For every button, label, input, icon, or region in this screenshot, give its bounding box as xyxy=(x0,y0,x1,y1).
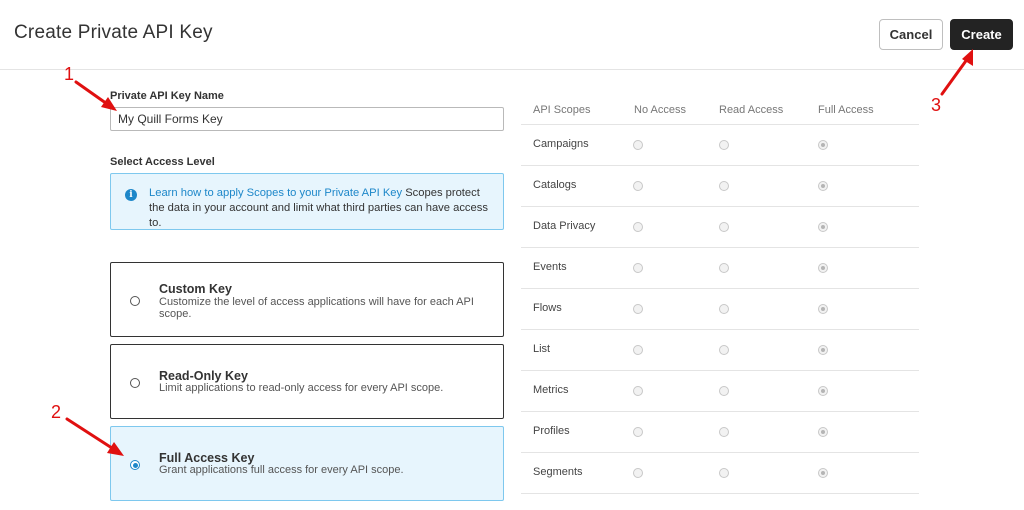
scope-row: Data Privacy xyxy=(521,207,919,248)
full-access-radio[interactable] xyxy=(818,263,828,273)
create-button[interactable]: Create xyxy=(950,19,1013,50)
scope-name: Catalogs xyxy=(533,179,577,191)
full-access-radio[interactable] xyxy=(818,427,828,437)
scope-row: Metrics xyxy=(521,371,919,412)
scope-name: Data Privacy xyxy=(533,220,596,232)
scope-name: Metrics xyxy=(533,384,569,396)
full-access-radio[interactable] xyxy=(818,222,828,232)
read-access-radio[interactable] xyxy=(719,468,729,478)
column-header-no-access: No Access xyxy=(634,104,686,116)
scopes-info-box: i Learn how to apply Scopes to your Priv… xyxy=(110,173,504,230)
full-access-radio[interactable] xyxy=(818,181,828,191)
create-private-api-key-page: Create Private API Key Cancel Create Pri… xyxy=(0,0,1024,510)
api-scopes-table: API Scopes No Access Read Access Full Ac… xyxy=(521,96,919,494)
option-title: Full Access Key xyxy=(159,451,255,465)
full-access-key-option[interactable]: Full Access Key Grant applications full … xyxy=(110,426,504,501)
no-access-radio[interactable] xyxy=(633,181,643,191)
annotation-number-1: 1 xyxy=(64,64,75,84)
key-name-label: Private API Key Name xyxy=(110,90,224,102)
annotation-number-2: 2 xyxy=(51,402,62,422)
scope-row: Catalogs xyxy=(521,166,919,207)
scopes-table-body: Campaigns Catalogs Data Privacy Events Flows… xyxy=(521,125,919,494)
scope-row: Segments xyxy=(521,453,919,494)
key-name-input[interactable] xyxy=(110,107,504,131)
no-access-radio[interactable] xyxy=(633,263,643,273)
scope-name: Events xyxy=(533,261,567,273)
scope-name: List xyxy=(533,343,551,355)
no-access-radio[interactable] xyxy=(633,140,643,150)
scopes-help-link[interactable]: Learn how to apply Scopes to your Privat… xyxy=(149,187,402,199)
read-only-key-option[interactable]: Read-Only Key Limit applications to read… xyxy=(110,344,504,419)
no-access-radio[interactable] xyxy=(633,386,643,396)
read-access-radio[interactable] xyxy=(719,304,729,314)
read-access-radio[interactable] xyxy=(719,140,729,150)
page-title: Create Private API Key xyxy=(14,22,213,43)
no-access-radio[interactable] xyxy=(633,345,643,355)
option-description: Grant applications full access for every… xyxy=(159,464,404,476)
read-access-radio[interactable] xyxy=(719,181,729,191)
scope-row: Profiles xyxy=(521,412,919,453)
option-title: Custom Key xyxy=(159,282,232,296)
full-access-radio[interactable] xyxy=(818,304,828,314)
option-description: Customize the level of access applicatio… xyxy=(159,296,474,320)
read-access-radio[interactable] xyxy=(719,345,729,355)
read-only-key-radio[interactable] xyxy=(130,378,140,388)
scope-name: Flows xyxy=(533,302,562,314)
top-bar: Create Private API Key Cancel Create xyxy=(0,0,1024,70)
scope-row: Campaigns xyxy=(521,125,919,166)
access-level-label: Select Access Level xyxy=(110,156,215,168)
full-access-radio[interactable] xyxy=(818,140,828,150)
scope-row: List xyxy=(521,330,919,371)
cancel-button[interactable]: Cancel xyxy=(879,19,943,50)
option-description: Limit applications to read-only access f… xyxy=(159,382,444,394)
full-access-radio[interactable] xyxy=(818,386,828,396)
read-access-radio[interactable] xyxy=(719,386,729,396)
scope-row: Flows xyxy=(521,289,919,330)
info-icon: i xyxy=(125,189,137,201)
custom-key-option[interactable]: Custom Key Customize the level of access… xyxy=(110,262,504,337)
no-access-radio[interactable] xyxy=(633,222,643,232)
scope-name: Profiles xyxy=(533,425,570,437)
scope-name: Segments xyxy=(533,466,583,478)
column-header-api-scopes: API Scopes xyxy=(533,104,591,116)
custom-key-radio[interactable] xyxy=(130,296,140,306)
scope-name: Campaigns xyxy=(533,138,589,150)
column-header-full-access: Full Access xyxy=(818,104,874,116)
read-access-radio[interactable] xyxy=(719,427,729,437)
full-access-radio[interactable] xyxy=(818,468,828,478)
read-access-radio[interactable] xyxy=(719,263,729,273)
option-title: Read-Only Key xyxy=(159,369,248,383)
no-access-radio[interactable] xyxy=(633,427,643,437)
annotation-number-3: 3 xyxy=(931,95,942,115)
full-access-key-radio[interactable] xyxy=(130,460,140,470)
column-header-read-access: Read Access xyxy=(719,104,784,116)
scope-row: Events xyxy=(521,248,919,289)
no-access-radio[interactable] xyxy=(633,304,643,314)
read-access-radio[interactable] xyxy=(719,222,729,232)
full-access-radio[interactable] xyxy=(818,345,828,355)
scopes-table-header: API Scopes No Access Read Access Full Ac… xyxy=(521,96,919,125)
no-access-radio[interactable] xyxy=(633,468,643,478)
